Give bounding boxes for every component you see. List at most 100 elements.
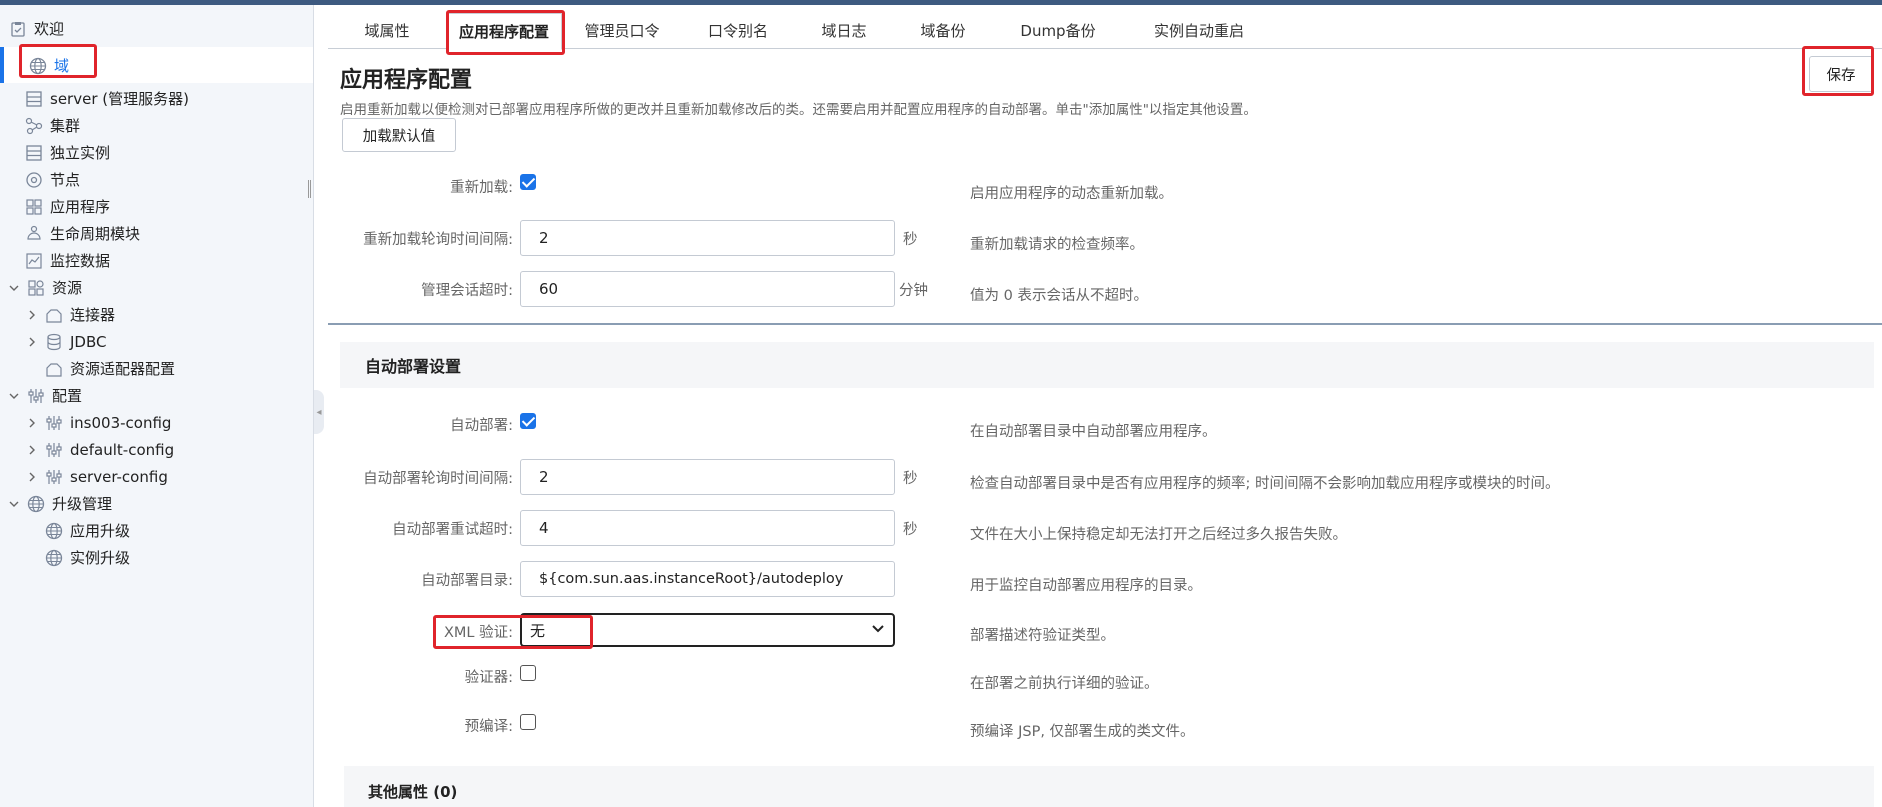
chevron-right-icon[interactable] [24,415,40,431]
chevron-right-icon[interactable] [24,334,40,350]
database-icon [44,332,64,352]
autodeploy-retry-label: 自动部署重试超时: [392,522,513,538]
xml-validation-select[interactable]: 无 [520,613,895,647]
sidebar-item-node[interactable]: 节点 [24,166,80,193]
sidebar-item-label: default-config [70,440,175,459]
section-divider [328,323,1882,325]
precompile-checkbox[interactable] [520,714,536,730]
sidebar-item-configurations[interactable]: 配置 [6,382,82,409]
save-button[interactable]: 保存 [1809,56,1873,92]
verifier-checkbox[interactable] [520,665,536,681]
sidebar-item-label: server (管理服务器) [50,90,189,108]
reload-checkbox[interactable] [520,174,536,190]
chevron-down-icon[interactable] [6,280,22,296]
precompile-label: 预编译: [464,719,513,735]
xml-validation-label: XML 验证: [443,625,513,641]
resources-icon [26,278,46,298]
autodeploy-checkbox[interactable] [520,413,536,429]
sidebar-item-label: ins003-config [70,413,172,432]
chevron-down-icon[interactable] [6,496,22,512]
session-timeout-help: 值为 0 表示会话从不超时。 [970,288,1148,304]
sidebar-item-lifecycle-modules[interactable]: 生命周期模块 [24,220,140,247]
sidebar-item-server[interactable]: server (管理服务器) [24,85,189,112]
tab-domain-backup[interactable]: 域备份 [894,13,992,49]
sidebar-item-label: JDBC [70,332,107,351]
node-icon [24,170,44,190]
sidebar-item-upgrade-management[interactable]: 升级管理 [6,490,112,517]
config-icon [26,386,46,406]
sidebar-item-label: 升级管理 [52,495,113,513]
sidebar-tree: 欢迎 域 server (管理服务器) 集群 独立实例 节点 应用程序 生命周期… [0,5,314,807]
instance-icon [24,143,44,163]
adapter-icon [44,359,64,379]
sidebar-item-label: 监控数据 [50,252,111,270]
other-properties-title: 其他属性 (0) [368,783,458,801]
verifier-label: 验证器: [464,670,513,686]
sidebar-item-default-config[interactable]: default-config [24,436,174,463]
sidebar-item-label: 资源适配器配置 [70,360,176,378]
server-icon [24,89,44,109]
sidebar-item-cluster[interactable]: 集群 [24,112,80,139]
sidebar-item-label: server-config [70,467,168,486]
sidebar-item-connectors[interactable]: 连接器 [24,301,115,328]
config-icon [44,413,64,433]
reload-interval-unit: 秒 [903,232,918,248]
globe-icon [26,494,46,514]
cluster-icon [24,116,44,136]
chevron-down-icon[interactable] [6,388,22,404]
autodeploy-retry-unit: 秒 [903,522,918,538]
sidebar-item-label: 应用程序 [50,198,111,216]
xml-validation-value: 无 [530,621,546,640]
page-title: 应用程序配置 [340,68,473,93]
tab-admin-password[interactable]: 管理员口令 [562,13,682,49]
autodeploy-dir-input[interactable]: ${com.sun.aas.instanceRoot}/autodeploy [520,561,895,597]
reload-label: 重新加载: [450,180,513,196]
sidebar-item-label: 连接器 [70,306,116,324]
load-defaults-button[interactable]: 加载默认值 [342,118,456,152]
tab-bar: 域属性 应用程序配置 管理员口令 口令别名 域日志 域备份 Dump备份 实例自… [328,5,1882,50]
applications-icon [24,197,44,217]
sidebar-item-standalone-instance[interactable]: 独立实例 [24,139,110,166]
sidebar-item-instance-upgrade[interactable]: 实例升级 [44,544,130,571]
tab-dump-backup[interactable]: Dump备份 [992,13,1124,49]
sidebar-item-domain[interactable]: 域 [28,52,69,79]
tab-instance-auto-restart[interactable]: 实例自动重启 [1124,13,1274,49]
sidebar-item-app-upgrade[interactable]: 应用升级 [44,517,130,544]
tab-password-aliases[interactable]: 口令别名 [682,13,794,49]
page-description: 启用重新加载以便检测对已部署应用程序所做的更改并且重新加载修改后的类。还需要启用… [340,102,1257,118]
autodeploy-dir-label: 自动部署目录: [421,573,513,589]
tab-domain-logs[interactable]: 域日志 [794,13,894,49]
tab-application-config[interactable]: 应用程序配置 [446,13,562,50]
monitoring-icon [24,251,44,271]
sidebar-item-label: 域 [54,57,70,75]
sidebar-item-label: 应用升级 [70,522,131,540]
autodeploy-section-title: 自动部署设置 [365,357,462,376]
chevron-right-icon[interactable] [24,442,40,458]
sidebar-item-monitoring[interactable]: 监控数据 [24,247,110,274]
sidebar-item-applications[interactable]: 应用程序 [24,193,110,220]
autodeploy-help: 在自动部署目录中自动部署应用程序。 [970,424,1217,440]
autodeploy-label: 自动部署: [450,418,513,434]
chevron-right-icon[interactable] [24,469,40,485]
sidebar-item-jdbc[interactable]: JDBC [24,328,106,355]
sidebar-item-label: 集群 [50,117,81,135]
tab-domain-attributes[interactable]: 域属性 [328,13,446,49]
autodeploy-interval-help: 检查自动部署目录中是否有应用程序的频率; 时间间隔不会影响加载应用程序或模块的时… [970,476,1560,492]
welcome-icon [8,19,28,39]
sidebar-item-resource-adapter-config[interactable]: 资源适配器配置 [44,355,175,382]
sidebar-item-welcome[interactable]: 欢迎 [8,15,64,42]
autodeploy-retry-input[interactable]: 4 [520,510,895,546]
sidebar-item-server-config[interactable]: server-config [24,463,168,490]
session-timeout-input[interactable]: 60 [520,271,895,307]
sidebar-item-label: 配置 [52,387,83,405]
chevron-right-icon[interactable] [24,307,40,323]
chevron-down-icon [871,621,885,639]
autodeploy-interval-input[interactable]: 2 [520,459,895,495]
sidebar-item-ins003-config[interactable]: ins003-config [24,409,171,436]
autodeploy-retry-help: 文件在大小上保持稳定却无法打开之后经过多久报告失败。 [970,527,1347,543]
reload-interval-input[interactable]: 2 [520,220,895,256]
sidebar-item-resources[interactable]: 资源 [6,274,82,301]
reload-help: 启用应用程序的动态重新加载。 [970,186,1173,202]
session-timeout-label: 管理会话超时: [421,283,513,299]
sidebar-item-label: 节点 [50,171,81,189]
